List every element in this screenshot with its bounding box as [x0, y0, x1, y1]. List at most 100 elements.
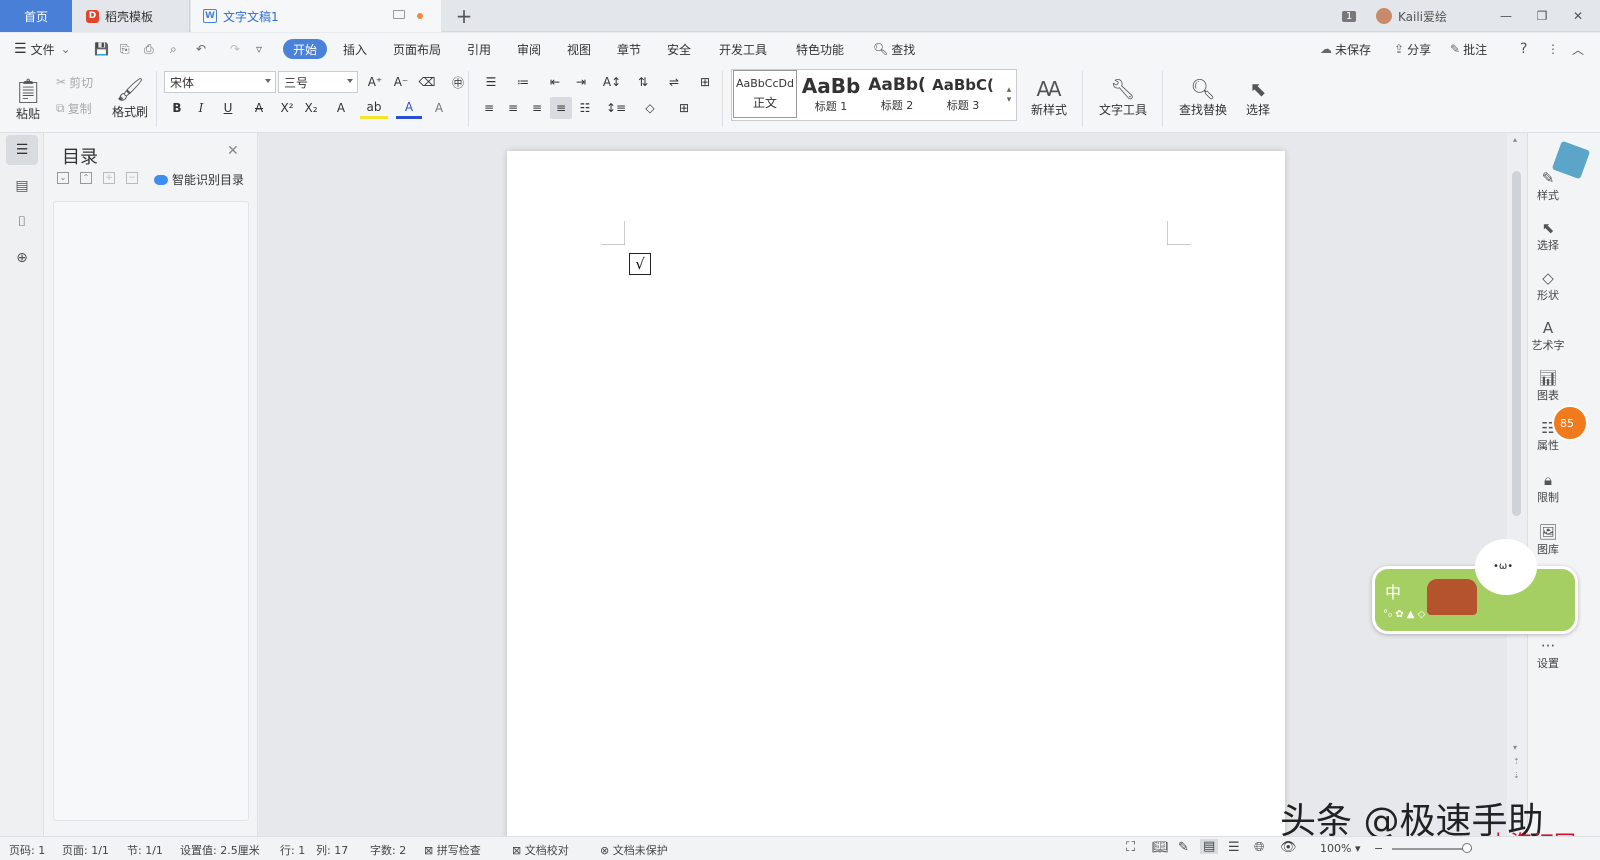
menu-page-layout[interactable]: 页面布局 — [393, 33, 441, 65]
style-scroll-icon[interactable]: ▴ ▾ — [1003, 71, 1015, 119]
ime-widget[interactable]: 中 °₀ ✿ ▲ ◇ •ω• — [1372, 539, 1578, 634]
outline-view-icon[interactable]: ☰ — [1228, 840, 1240, 855]
scroll-up-icon[interactable]: ▴ — [1513, 135, 1517, 144]
find-replace-button[interactable]: 🔍︎ 查找替换 — [1170, 71, 1236, 123]
redo-icon[interactable]: ↷ — [230, 33, 240, 65]
status-page-number[interactable]: 页码: 1 — [9, 842, 45, 858]
status-setting[interactable]: 设置值: 2.5厘米 — [180, 842, 260, 858]
close-icon[interactable]: ✕ — [227, 143, 239, 159]
document-page[interactable]: √ — [507, 151, 1285, 851]
collapse-ribbon-icon[interactable]: ︿ — [1572, 33, 1584, 65]
export-icon[interactable]: ⎘ — [120, 33, 130, 65]
sidebar-select[interactable]: ⬉ 选择 — [1528, 219, 1568, 253]
expand-all-icon[interactable]: ⌄ — [57, 172, 69, 184]
page-up-icon[interactable]: ⇡ — [1513, 757, 1520, 766]
restore-button[interactable]: ❐ — [1524, 0, 1560, 32]
edit-mode-icon[interactable]: ✎ — [1178, 840, 1189, 855]
char-shading-icon[interactable]: A — [428, 97, 450, 119]
sidebar-style[interactable]: ✎ 样式 — [1528, 169, 1568, 203]
status-pages[interactable]: 页面: 1/1 — [62, 842, 109, 858]
vertical-scrollbar[interactable]: ▴ ▾ ⇡ ⇣ — [1507, 133, 1527, 836]
show-marks-icon[interactable]: ⇌ — [660, 71, 688, 93]
tab-home[interactable]: 首页 — [0, 0, 72, 32]
strikethrough-icon[interactable]: A — [246, 97, 272, 119]
menu-security[interactable]: 安全 — [667, 33, 691, 65]
find-icon[interactable]: ⊕ — [6, 243, 38, 273]
zoom-slider-thumb[interactable] — [1462, 843, 1472, 853]
share-button[interactable]: ⇪ 分享 — [1394, 33, 1431, 65]
minimize-button[interactable]: — — [1488, 0, 1524, 32]
unsaved-button[interactable]: ☁ 未保存 — [1320, 33, 1371, 65]
checkbox-symbol[interactable]: √ — [629, 253, 651, 275]
shading-icon[interactable]: ◇ — [636, 97, 664, 119]
text-tools-button[interactable]: 🔧︎ 文字工具 — [1090, 71, 1156, 123]
sidebar-chart[interactable]: 📊︎ 图表 — [1528, 369, 1568, 403]
italic-button[interactable]: I — [190, 97, 212, 119]
align-right-icon[interactable]: ≡ — [526, 97, 548, 119]
borders-icon[interactable]: ⊞ — [670, 97, 698, 119]
zoom-out-icon[interactable]: − — [1374, 842, 1383, 855]
bookmark-icon[interactable]: ⌷ — [6, 207, 38, 237]
file-menu[interactable]: ☰ 文件 ⌄ — [14, 33, 71, 65]
table-layout-icon[interactable]: ⊞ — [694, 71, 716, 93]
outline-icon[interactable]: ▤ — [6, 171, 38, 201]
bullet-list-icon[interactable]: ☰ — [478, 71, 504, 93]
font-name-select[interactable]: 宋体 — [164, 71, 276, 93]
shrink-font-icon[interactable]: A⁻ — [390, 71, 412, 93]
clear-format-icon[interactable]: ⌫ — [416, 71, 438, 93]
format-painter-button[interactable]: 🖌︎ 格式刷 — [110, 71, 150, 127]
protect-button[interactable]: ⊗ 文档未保护 — [600, 842, 668, 858]
menu-start[interactable]: 开始 — [283, 39, 328, 59]
fullscreen-icon[interactable]: ⛶ — [1126, 840, 1135, 855]
new-tab-button[interactable]: + — [452, 0, 476, 32]
menu-view[interactable]: 视图 — [567, 33, 591, 65]
scroll-down-icon[interactable]: ▾ — [1513, 743, 1517, 752]
increase-indent-icon[interactable]: ⇥ — [570, 71, 592, 93]
align-center-icon[interactable]: ≡ — [502, 97, 524, 119]
bold-button[interactable]: B — [166, 97, 188, 119]
web-view-icon[interactable]: 🌐︎ — [1254, 840, 1264, 855]
justify-icon[interactable]: ≡ — [550, 97, 572, 119]
distribute-icon[interactable]: ☷ — [574, 97, 596, 119]
toc-icon[interactable]: ☰ — [6, 135, 38, 165]
collapse-all-icon[interactable]: ⌃ — [80, 172, 92, 184]
save-icon[interactable]: 💾 — [94, 33, 109, 65]
select-button[interactable]: ⬉ 选择 — [1238, 71, 1278, 123]
eye-protect-icon[interactable]: 👁︎ — [1280, 840, 1297, 855]
menu-review[interactable]: 审阅 — [517, 33, 541, 65]
page-view-icon[interactable]: ▤ — [1200, 839, 1219, 854]
undo-icon[interactable]: ↶ — [196, 33, 206, 65]
tab-template[interactable]: D 稻壳模板 — [72, 0, 190, 32]
cut-button[interactable]: ✂ 剪切 — [56, 71, 93, 93]
customize-dropdown-icon[interactable]: ▿ — [256, 33, 262, 65]
score-badge[interactable]: 85 — [1552, 405, 1588, 441]
style-heading-3[interactable]: AaBbC(标题 3 — [931, 70, 995, 118]
superscript-icon[interactable]: X² — [276, 97, 298, 119]
spell-check-button[interactable]: ⊠ 拼写检查 — [424, 842, 481, 858]
sidebar-wordart[interactable]: A 艺术字 — [1528, 319, 1568, 353]
menu-developer[interactable]: 开发工具 — [719, 33, 767, 65]
line-spacing-icon[interactable]: ↕≡ — [602, 97, 630, 119]
sort-icon[interactable]: ⇅ — [632, 71, 654, 93]
new-style-button[interactable]: Ꜳ 新样式 — [1024, 71, 1074, 123]
add-level-icon[interactable]: + — [103, 172, 115, 184]
help-button[interactable]: ? — [1520, 33, 1527, 65]
comment-button[interactable]: ✎ 批注 — [1450, 33, 1487, 65]
menu-insert[interactable]: 插入 — [343, 33, 367, 65]
style-heading-1[interactable]: AaBb 标题 1 — [799, 70, 863, 118]
font-color-icon[interactable]: A — [396, 97, 422, 119]
reading-mode-icon[interactable]: 📖︎ — [1152, 840, 1169, 855]
paste-button[interactable]: 📋︎ 粘贴 — [10, 71, 46, 127]
window-count-badge[interactable]: 1 — [1342, 0, 1357, 32]
style-heading-2[interactable]: AaBb(标题 2 — [865, 70, 929, 118]
underline-button[interactable]: U — [214, 97, 242, 119]
sidebar-shapes[interactable]: ◇ 形状 — [1528, 269, 1568, 303]
highlight-icon[interactable]: ab — [360, 97, 388, 119]
remove-level-icon[interactable]: − — [126, 172, 138, 184]
monitor-icon[interactable] — [393, 10, 405, 19]
chinese-layout-icon[interactable]: A↕ — [598, 71, 626, 93]
style-normal[interactable]: AaBbCcDd 正文 — [733, 70, 797, 118]
align-left-icon[interactable]: ≡ — [478, 97, 500, 119]
print-icon[interactable]: ⎙ — [144, 33, 154, 65]
font-size-select[interactable]: 三号 — [278, 71, 358, 93]
